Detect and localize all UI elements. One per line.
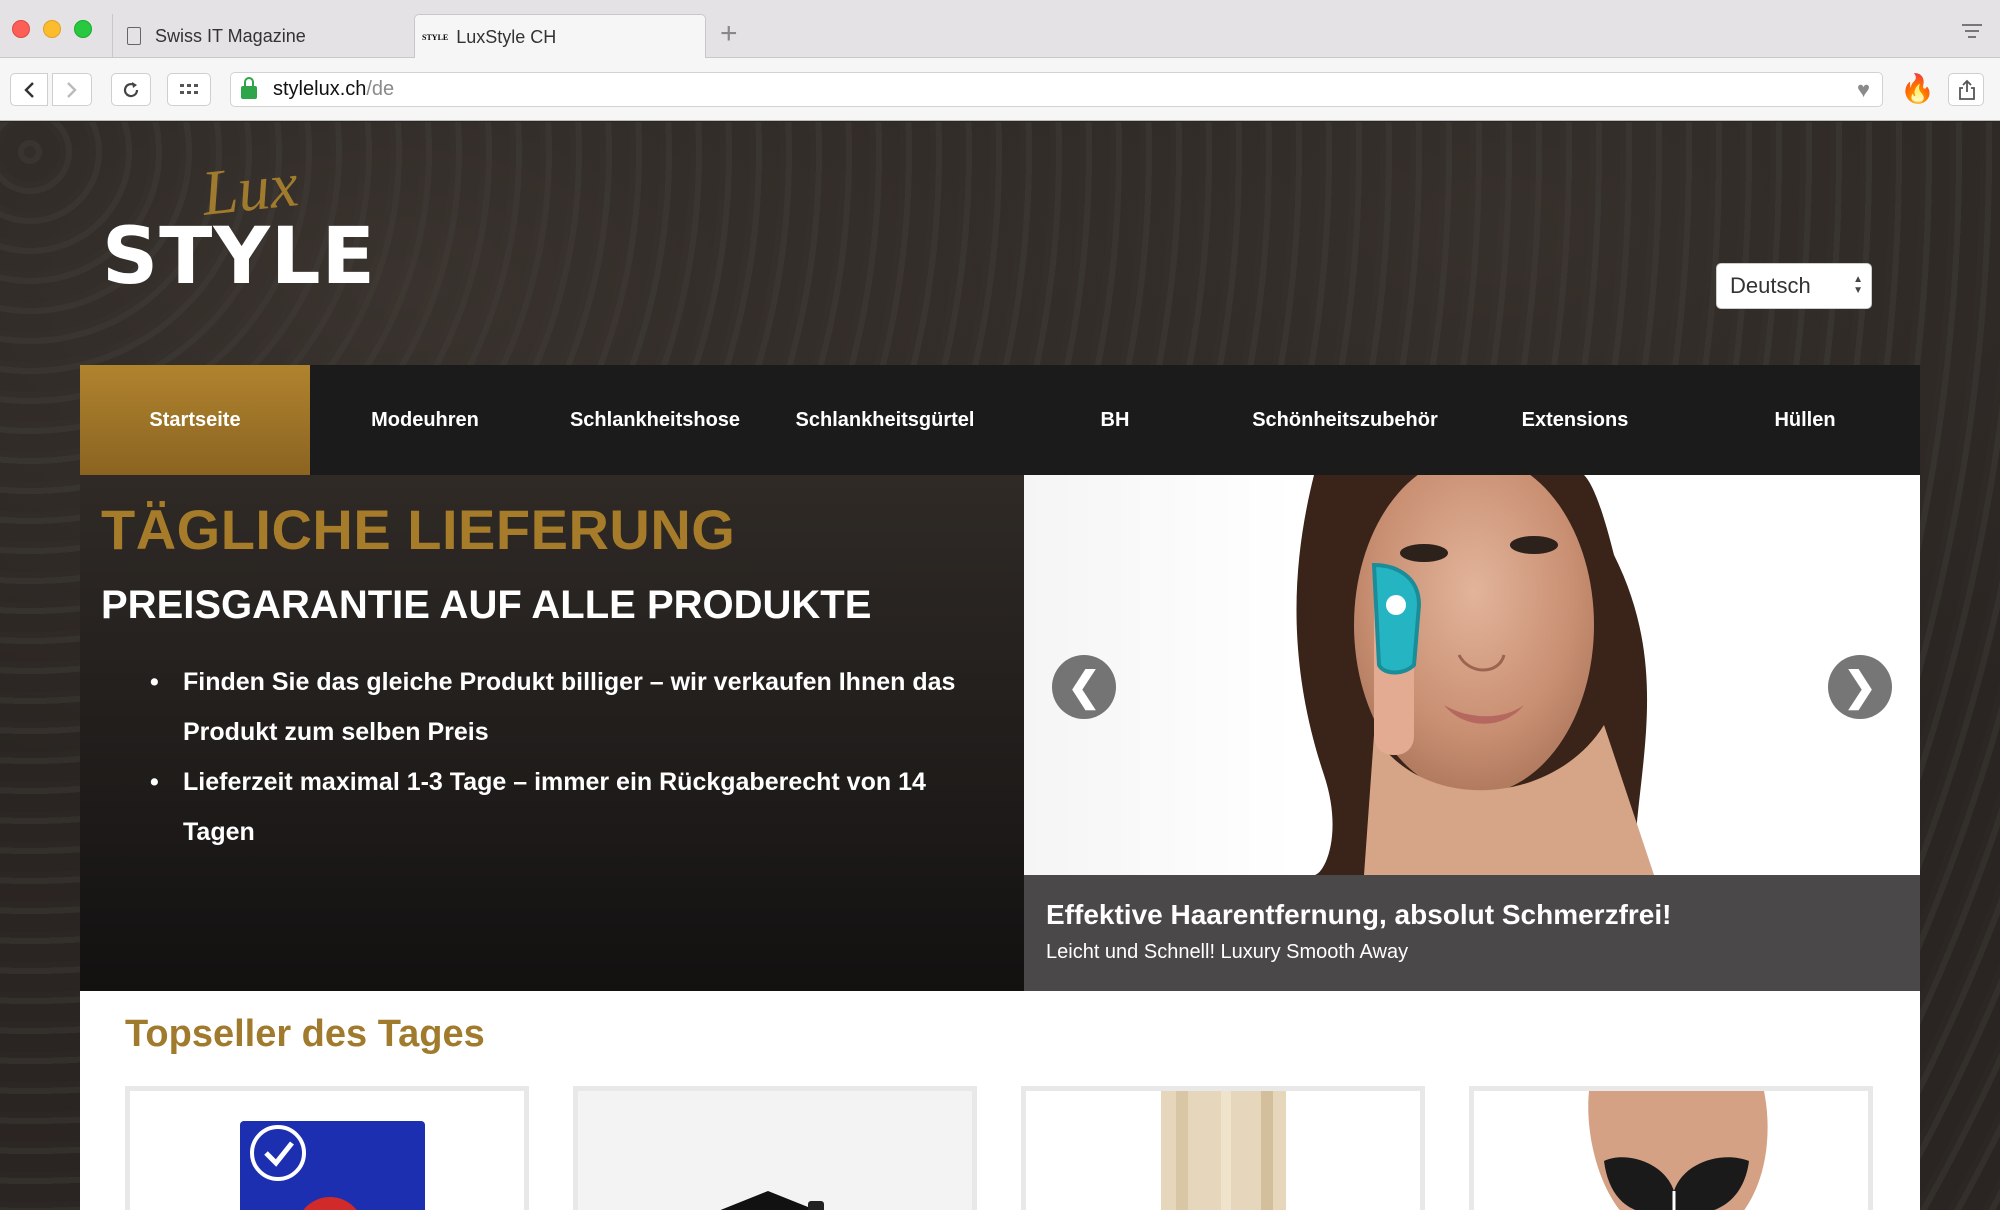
new-tab-plus-icon[interactable]: + [720,17,738,51]
nav-item-bh[interactable]: BH [1000,365,1230,475]
hero-promo-panel: TÄGLICHE LIEFERUNG PREISGARANTIE AUF ALL… [80,475,1024,991]
product-card[interactable] [1021,1086,1425,1210]
extension-fire-icon[interactable]: 🔥 [1900,72,1935,105]
document-icon [127,27,141,45]
logo-wordmark: STYLE [102,212,376,302]
reload-button[interactable] [111,73,151,106]
tab-label: Swiss IT Magazine [155,25,306,46]
slide-caption-subtitle: Leicht und Schnell! Luxury Smooth Away [1046,941,1409,963]
product-grid [125,1086,1917,1210]
nav-item-huellen[interactable]: Hüllen [1690,365,1920,475]
browser-tab-bar: Swiss IT Magazine STYLE LuxStyle CH + [0,0,2000,59]
nav-item-schlankheitsguertel[interactable]: Schlankheitsgürtel [770,365,1000,475]
slider-prev-button[interactable]: ❮ [1052,655,1116,719]
address-bar[interactable]: stylelux.ch/de ♥ [230,72,1883,107]
nav-item-modeuhren[interactable]: Modeuhren [310,365,540,475]
product-image-hair-extension [1161,1091,1286,1210]
zoom-window-button[interactable] [74,20,92,38]
browser-toolbar: stylelux.ch/de ♥ [0,58,2000,121]
back-button[interactable] [10,73,48,106]
nav-item-startseite[interactable]: Startseite [80,365,310,475]
slide-image[interactable] [1024,475,1920,875]
product-image-package [240,1121,425,1210]
share-button[interactable] [1948,73,1984,106]
secure-lock-icon [241,77,257,99]
product-image-device [578,1091,972,1210]
top-sites-grid-icon[interactable] [167,73,211,106]
nav-item-schlankheitshose[interactable]: Schlankheitshose [540,365,770,475]
forward-button[interactable] [52,73,92,106]
luxstyle-logo[interactable]: Lux STYLE [102,148,375,302]
nav-item-schoenheitszubehoer[interactable]: Schönheitszubehör [1230,365,1460,475]
image-slider: ❮ ❯ Effektive Haarentfernung, absolut Sc… [1024,475,1920,991]
tab-label: LuxStyle CH [456,26,557,47]
nav-item-extensions[interactable]: Extensions [1460,365,1690,475]
woman-face-image [1296,475,1654,875]
browser-tab-swiss-it-magazine[interactable]: Swiss IT Magazine [112,14,414,58]
topseller-section: Topseller des Tages [80,991,1920,1210]
select-arrows-icon: ▲ ▼ [1853,274,1863,296]
hero-bullet-delivery: Lieferzeit maximal 1-3 Tage – immer ein … [150,757,970,857]
slide-caption-title: Effektive Haarentfernung, absolut Schmer… [1046,899,1672,930]
url-path: /de [366,78,395,100]
browser-tab-luxstyle[interactable]: STYLE LuxStyle CH [414,14,706,59]
product-card[interactable] [573,1086,977,1210]
topseller-title: Topseller des Tages [125,1013,485,1055]
hero-bullet-price-match: Finden Sie das gleiche Produkt billiger … [150,657,970,757]
website: Lux STYLE Deutsch ▲ ▼ Startseite Modeuhre… [0,122,2000,1210]
tab-overview-icon[interactable] [1962,24,1982,42]
luxstyle-favicon-icon: STYLE [422,32,449,42]
hero-bullet-list: Finden Sie das gleiche Produkt billiger … [150,657,970,857]
product-card[interactable] [125,1086,529,1210]
language-selected-value: Deutsch [1730,273,1811,298]
hero-heading: TÄGLICHE LIEFERUNG [101,498,736,561]
favorite-heart-icon[interactable]: ♥ [1857,77,1870,103]
slider-next-button[interactable]: ❯ [1828,655,1892,719]
hero-subheading: PREISGARANTIE AUF ALLE PRODUKTE [101,583,872,627]
close-window-button[interactable] [12,20,30,38]
product-card[interactable] [1469,1086,1873,1210]
minimize-window-button[interactable] [43,20,61,38]
url-host: stylelux.ch [273,78,367,100]
product-image-bra [1588,1091,1768,1210]
slide-caption: Effektive Haarentfernung, absolut Schmer… [1024,875,1920,991]
language-select[interactable]: Deutsch ▲ ▼ [1716,263,1872,309]
main-navigation: Startseite Modeuhren Schlankheitshose Sc… [80,365,1920,475]
